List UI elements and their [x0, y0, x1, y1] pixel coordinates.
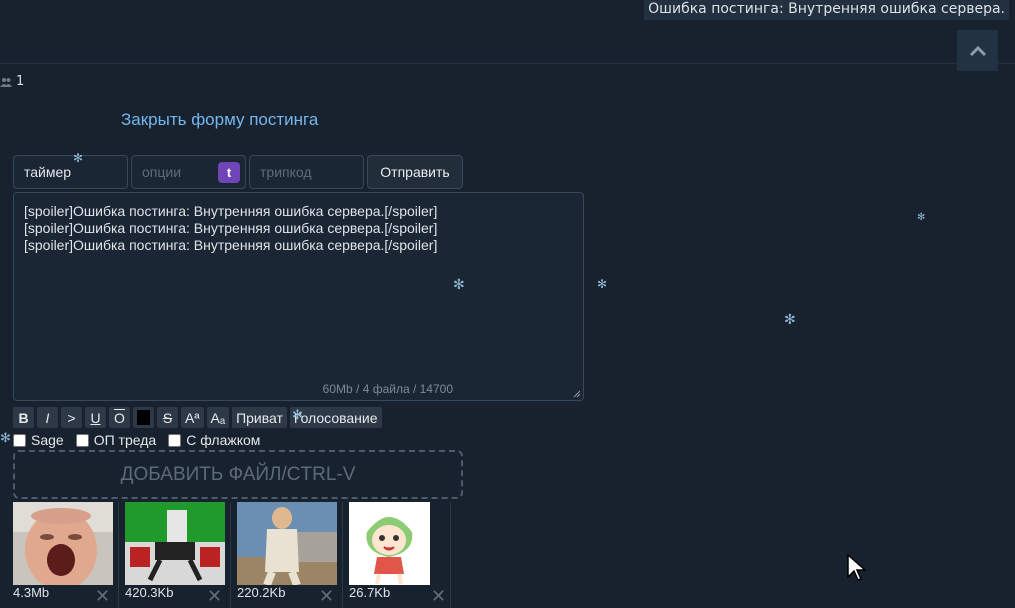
spoiler-button[interactable] [133, 407, 154, 428]
flag-label: С флажком [186, 432, 261, 448]
op-label: ОП треда [93, 432, 157, 448]
add-file-dropzone[interactable]: ДОБАВИТЬ ФАЙЛ/CTRL-V [13, 450, 463, 499]
file-size: 4.3Mb [13, 585, 50, 600]
checkbox-box[interactable] [75, 433, 89, 447]
scroll-top-button[interactable] [957, 30, 998, 71]
comment-textarea[interactable]: [spoiler]Ошибка постинга: Внутренняя оши… [13, 192, 584, 401]
snowflake-icon: ✻ [784, 312, 796, 328]
quote-button[interactable]: > [61, 407, 82, 428]
subscript-button[interactable]: Aₐ [206, 407, 230, 428]
overline-button[interactable]: O [109, 407, 130, 428]
bold-button[interactable]: B [13, 407, 34, 428]
comment-line: [spoiler]Ошибка постинга: Внутренняя оши… [24, 220, 438, 236]
comment-line: [spoiler]Ошибка постинга: Внутренняя оши… [24, 237, 438, 253]
file-thumbnail[interactable]: 220.2Kb ✕ [237, 502, 347, 608]
snowflake-icon: ✻ [917, 212, 926, 223]
file-size: 220.2Kb [237, 585, 286, 600]
tripcode-placeholder: трипкод [260, 164, 312, 180]
checkbox-box[interactable] [168, 433, 182, 447]
file-thumbnail[interactable]: 26.7Kb ✕ [349, 502, 459, 608]
strike-button[interactable]: S [157, 407, 178, 428]
mouse-cursor-icon [847, 553, 867, 581]
tripcode-input[interactable]: трипкод [249, 155, 364, 189]
options-input[interactable]: опции t [131, 155, 246, 189]
private-button[interactable]: Приват [232, 407, 287, 428]
submit-button[interactable]: Отправить [367, 155, 463, 189]
limits-counter: 60Mb / 4 файла / 14700 [322, 382, 453, 396]
online-counter: 1 [0, 74, 24, 89]
error-notification: Ошибка постинга: Внутренняя ошибка серве… [644, 0, 1009, 20]
file-thumbnail[interactable]: 420.3Kb ✕ [125, 502, 235, 608]
markup-toolbar: B I > U O S Aª Aₐ Приват Голосование [13, 407, 382, 428]
file-size: 420.3Kb [125, 585, 174, 600]
file-size: 26.7Kb [349, 585, 391, 600]
snowflake-icon: ✻ [597, 277, 608, 291]
remove-file-icon[interactable]: ✕ [319, 588, 334, 606]
snowflake-icon: ✻ [453, 277, 465, 293]
thumbnail-image [237, 502, 337, 585]
sage-label: Sage [31, 432, 64, 448]
thumb-divider [342, 502, 343, 608]
sage-checkbox[interactable]: Sage [13, 432, 64, 448]
thumbnail-image [349, 502, 430, 585]
superscript-button[interactable]: Aª [181, 407, 204, 428]
flag-checkbox[interactable]: С флажком [168, 432, 260, 448]
snowflake-icon: ✻ [292, 408, 303, 423]
thumbnail-image [13, 502, 113, 585]
post-options: Sage ОП треда С флажком [13, 432, 260, 448]
snowflake-icon: ✻ [73, 151, 84, 165]
online-count: 1 [16, 74, 25, 89]
thumbnail-image [125, 502, 225, 585]
options-placeholder: опции [142, 164, 182, 180]
remove-file-icon[interactable]: ✕ [95, 588, 110, 606]
close-form-link[interactable]: Закрыть форму постинга [121, 110, 318, 130]
op-checkbox[interactable]: ОП треда [75, 432, 157, 448]
header-divider [0, 63, 1015, 64]
poll-button[interactable]: Голосование [289, 407, 382, 428]
checkbox-box[interactable] [13, 433, 26, 447]
file-thumbnail[interactable]: 4.3Mb ✕ [13, 502, 123, 608]
resize-grip-icon[interactable] [573, 390, 581, 398]
spoiler-swatch-icon [137, 410, 150, 425]
underline-button[interactable]: U [85, 407, 106, 428]
users-icon [0, 77, 12, 87]
name-input[interactable]: таймер [13, 155, 128, 189]
remove-file-icon[interactable]: ✕ [207, 588, 222, 606]
comment-line: [spoiler]Ошибка постинга: Внутренняя оши… [24, 203, 438, 219]
thumb-divider [450, 502, 451, 608]
tripcode-badge-icon[interactable]: t [218, 162, 240, 183]
chevron-up-icon [969, 45, 986, 56]
remove-file-icon[interactable]: ✕ [431, 588, 446, 606]
thumb-divider [118, 502, 119, 608]
snowflake-icon: ✻ [0, 431, 11, 446]
thumb-divider [230, 502, 231, 608]
italic-button[interactable]: I [37, 407, 58, 428]
